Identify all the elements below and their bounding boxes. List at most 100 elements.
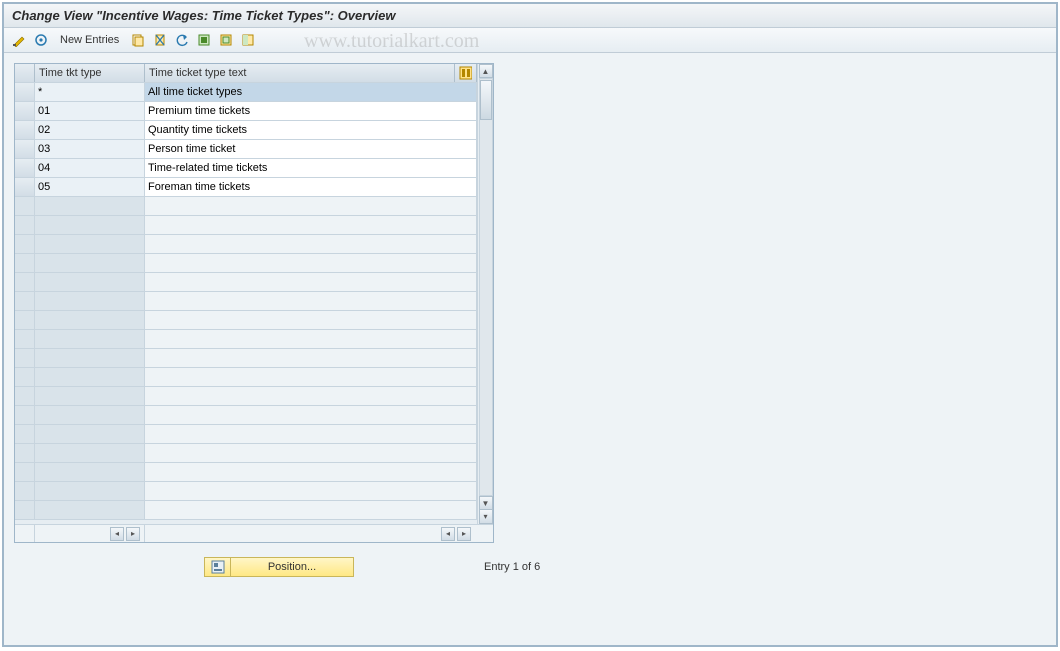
table-row-empty[interactable]: [15, 235, 477, 254]
hscroll-left-button-2[interactable]: ◂: [441, 527, 455, 541]
cell-text[interactable]: Foreman time tickets: [145, 178, 477, 196]
cell-text[interactable]: All time ticket types: [145, 83, 477, 101]
scroll-up-button[interactable]: ▲: [479, 64, 493, 78]
cell-type[interactable]: 05: [35, 178, 145, 196]
cell-text[interactable]: [145, 273, 477, 291]
table-row-empty[interactable]: [15, 444, 477, 463]
table-row-empty[interactable]: [15, 292, 477, 311]
new-entries-button[interactable]: New Entries: [54, 32, 125, 48]
cell-type[interactable]: [35, 425, 145, 443]
row-selector[interactable]: [15, 444, 35, 462]
scroll-bottom-button[interactable]: ▾: [479, 510, 493, 524]
row-selector[interactable]: [15, 178, 35, 196]
hscroll-left-button[interactable]: ◂: [110, 527, 124, 541]
cell-text[interactable]: Person time ticket: [145, 140, 477, 158]
cell-type[interactable]: [35, 406, 145, 424]
col-header-text[interactable]: Time ticket type text: [145, 64, 455, 82]
hscroll-right-button-2[interactable]: ▸: [457, 527, 471, 541]
toggle-display-change-icon[interactable]: [10, 31, 28, 49]
row-selector[interactable]: [15, 368, 35, 386]
table-row-empty[interactable]: [15, 501, 477, 520]
select-block-icon[interactable]: [217, 31, 235, 49]
scroll-down-button[interactable]: ▼: [479, 496, 493, 510]
cell-type[interactable]: [35, 349, 145, 367]
row-selector[interactable]: [15, 330, 35, 348]
table-row[interactable]: 01Premium time tickets: [15, 102, 477, 121]
cell-type[interactable]: [35, 368, 145, 386]
position-button[interactable]: Position...: [204, 557, 354, 577]
cell-type[interactable]: [35, 254, 145, 272]
cell-type[interactable]: [35, 444, 145, 462]
cell-type[interactable]: [35, 501, 145, 519]
cell-text[interactable]: [145, 406, 477, 424]
cell-type[interactable]: [35, 197, 145, 215]
scroll-track[interactable]: [479, 78, 493, 496]
table-row-empty[interactable]: [15, 273, 477, 292]
table-row-empty[interactable]: [15, 311, 477, 330]
row-selector[interactable]: [15, 121, 35, 139]
table-row[interactable]: 04Time-related time tickets: [15, 159, 477, 178]
row-selector[interactable]: [15, 387, 35, 405]
row-selector[interactable]: [15, 102, 35, 120]
row-selector[interactable]: [15, 159, 35, 177]
cell-type[interactable]: [35, 235, 145, 253]
table-row-empty[interactable]: [15, 368, 477, 387]
copy-icon[interactable]: [129, 31, 147, 49]
other-view-icon[interactable]: [32, 31, 50, 49]
row-selector[interactable]: [15, 501, 35, 519]
cell-type[interactable]: 01: [35, 102, 145, 120]
row-selector[interactable]: [15, 406, 35, 424]
cell-type[interactable]: 03: [35, 140, 145, 158]
row-selector[interactable]: [15, 254, 35, 272]
cell-text[interactable]: [145, 387, 477, 405]
table-row[interactable]: 03Person time ticket: [15, 140, 477, 159]
row-selector[interactable]: [15, 140, 35, 158]
cell-text[interactable]: [145, 254, 477, 272]
cell-text[interactable]: [145, 292, 477, 310]
table-row-empty[interactable]: [15, 216, 477, 235]
cell-type[interactable]: *: [35, 83, 145, 101]
deselect-all-icon[interactable]: [239, 31, 257, 49]
cell-text[interactable]: [145, 444, 477, 462]
cell-text[interactable]: [145, 482, 477, 500]
row-selector[interactable]: [15, 235, 35, 253]
vertical-scrollbar[interactable]: ▲ ▼ ▾: [477, 64, 493, 524]
table-settings-button[interactable]: [455, 64, 477, 82]
cell-type[interactable]: [35, 463, 145, 481]
scroll-thumb[interactable]: [480, 80, 492, 120]
table-row-empty[interactable]: [15, 482, 477, 501]
cell-type[interactable]: [35, 273, 145, 291]
table-row-empty[interactable]: [15, 254, 477, 273]
row-selector[interactable]: [15, 273, 35, 291]
row-selector[interactable]: [15, 311, 35, 329]
table-row-empty[interactable]: [15, 425, 477, 444]
row-selector[interactable]: [15, 197, 35, 215]
row-selector[interactable]: [15, 349, 35, 367]
cell-type[interactable]: 02: [35, 121, 145, 139]
row-selector[interactable]: [15, 83, 35, 101]
table-row-empty[interactable]: [15, 197, 477, 216]
cell-text[interactable]: [145, 349, 477, 367]
delete-icon[interactable]: [151, 31, 169, 49]
cell-type[interactable]: [35, 387, 145, 405]
select-all-icon[interactable]: [195, 31, 213, 49]
cell-text[interactable]: [145, 501, 477, 519]
cell-text[interactable]: [145, 216, 477, 234]
table-row-empty[interactable]: [15, 330, 477, 349]
cell-type[interactable]: [35, 330, 145, 348]
cell-text[interactable]: [145, 425, 477, 443]
cell-text[interactable]: [145, 330, 477, 348]
row-selector[interactable]: [15, 292, 35, 310]
row-selector[interactable]: [15, 425, 35, 443]
hscroll-right-button[interactable]: ▸: [126, 527, 140, 541]
cell-text[interactable]: [145, 235, 477, 253]
undo-icon[interactable]: [173, 31, 191, 49]
cell-type[interactable]: [35, 292, 145, 310]
table-row-empty[interactable]: [15, 463, 477, 482]
cell-type[interactable]: [35, 482, 145, 500]
cell-type[interactable]: [35, 311, 145, 329]
cell-type[interactable]: [35, 216, 145, 234]
table-row-empty[interactable]: [15, 406, 477, 425]
cell-type[interactable]: 04: [35, 159, 145, 177]
table-row[interactable]: *All time ticket types: [15, 83, 477, 102]
